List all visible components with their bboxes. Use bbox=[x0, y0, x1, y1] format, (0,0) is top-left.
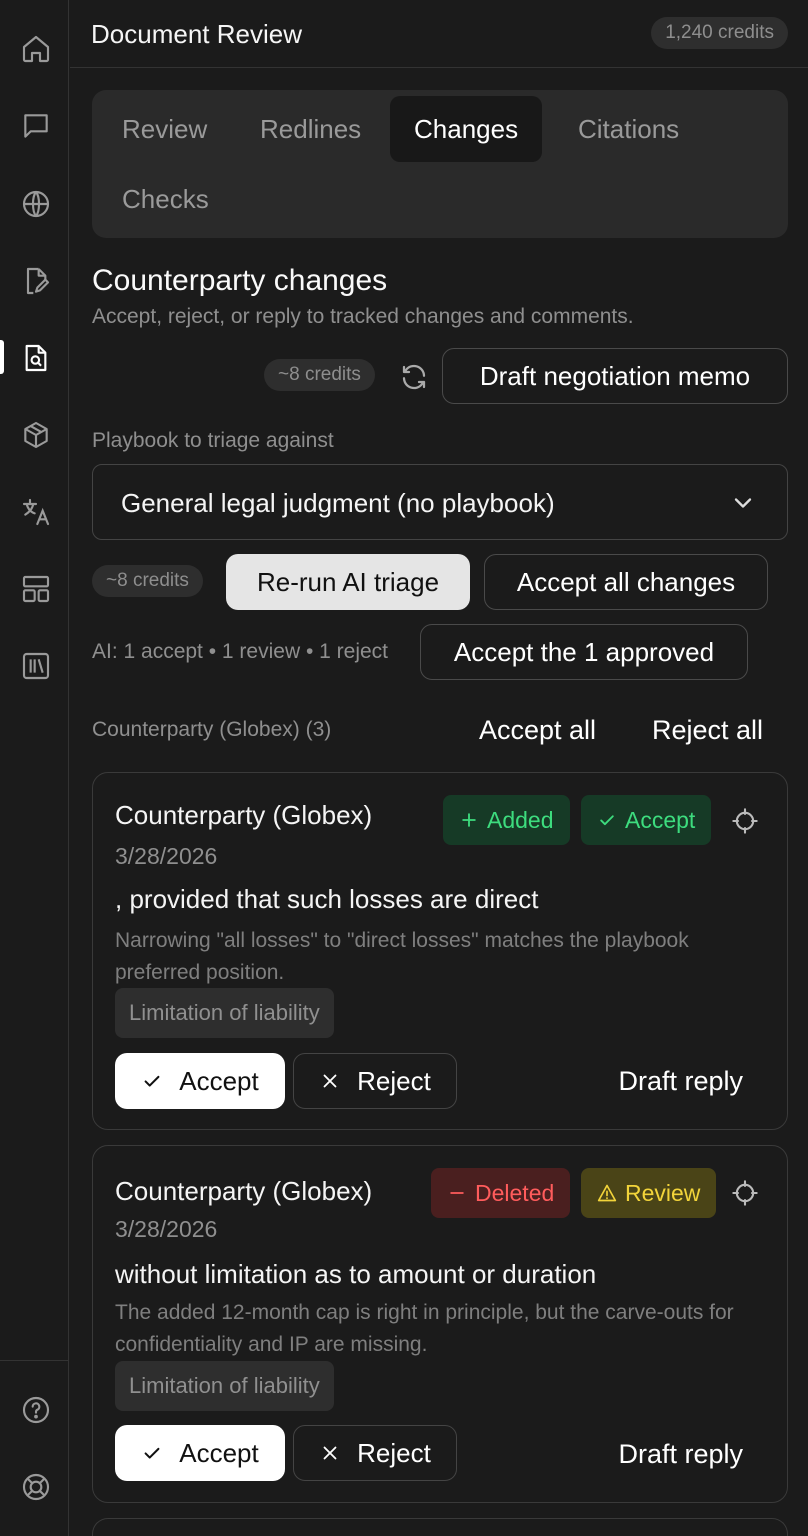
warning-icon bbox=[597, 1184, 617, 1202]
card-date: 3/28/2026 bbox=[115, 1216, 218, 1242]
draft-reply-button[interactable]: Draft reply bbox=[618, 1439, 743, 1470]
clause-tag: Limitation of liability bbox=[115, 1361, 334, 1411]
page-title: Document Review bbox=[91, 19, 302, 49]
accept-button-label: Accept bbox=[179, 1437, 259, 1468]
credits-badge: 1,240 credits bbox=[651, 17, 788, 49]
draft-reply-button[interactable]: Draft reply bbox=[618, 1066, 743, 1097]
minus-icon bbox=[450, 1192, 464, 1194]
reject-all-button[interactable]: Reject all bbox=[652, 715, 763, 746]
lifebuoy-icon[interactable] bbox=[17, 1468, 55, 1506]
locate-icon[interactable] bbox=[731, 1179, 759, 1207]
rerun-triage-button[interactable]: Re-run AI triage bbox=[226, 554, 470, 610]
accept-all-button[interactable]: Accept all bbox=[479, 715, 596, 746]
globe-icon[interactable] bbox=[17, 185, 55, 223]
accept-button-label: Accept bbox=[179, 1065, 259, 1096]
tab-checks[interactable]: Checks bbox=[98, 166, 233, 232]
ai-review-badge: Review bbox=[581, 1168, 717, 1218]
section-subtitle: Accept, reject, or reply to tracked chan… bbox=[92, 305, 634, 328]
library-icon[interactable] bbox=[17, 647, 55, 685]
tab-redlines[interactable]: Redlines bbox=[236, 96, 385, 162]
check-icon bbox=[144, 1447, 160, 1459]
ai-accept-badge: Accept bbox=[581, 795, 712, 845]
change-card: Counterparty (Globex) Added Accept 3/28/… bbox=[92, 772, 788, 1130]
close-icon bbox=[323, 1074, 337, 1088]
reject-button[interactable]: Reject bbox=[293, 1053, 457, 1109]
tab-bar: Review Redlines Changes Citations Checks bbox=[92, 90, 788, 238]
change-card: Counterparty (Globex) Deleted Review 3/2… bbox=[92, 1145, 788, 1503]
section-title: Counterparty changes bbox=[92, 264, 388, 297]
plus-icon bbox=[462, 813, 476, 827]
playbook-value: General legal judgment (no playbook) bbox=[121, 488, 555, 518]
added-badge-label: Added bbox=[487, 806, 554, 833]
translate-icon[interactable] bbox=[17, 493, 55, 531]
deleted-badge: Deleted bbox=[431, 1168, 571, 1218]
added-badge: Added bbox=[443, 795, 570, 845]
rail-divider bbox=[0, 1360, 69, 1361]
home-icon[interactable] bbox=[17, 30, 55, 68]
memo-credits-badge: ~8 credits bbox=[264, 359, 375, 391]
reject-button-label: Reject bbox=[357, 1065, 431, 1096]
close-icon bbox=[323, 1446, 337, 1460]
ai-summary: AI: 1 accept • 1 review • 1 reject bbox=[92, 640, 388, 663]
accept-approved-button[interactable]: Accept the 1 approved bbox=[420, 624, 748, 680]
refresh-icon[interactable] bbox=[399, 362, 429, 392]
playbook-select[interactable]: General legal judgment (no playbook) bbox=[92, 464, 788, 540]
side-rail bbox=[0, 0, 69, 1536]
accept-button[interactable]: Accept bbox=[115, 1425, 285, 1481]
deleted-badge-label: Deleted bbox=[475, 1179, 555, 1206]
tab-review[interactable]: Review bbox=[98, 96, 231, 162]
card-date: 3/28/2026 bbox=[115, 843, 218, 869]
reject-button-label: Reject bbox=[357, 1437, 431, 1468]
card-author: Counterparty (Globex) bbox=[115, 800, 373, 830]
active-indicator bbox=[0, 340, 4, 374]
tab-citations[interactable]: Citations bbox=[554, 96, 703, 162]
change-text: , provided that such losses are direct bbox=[115, 884, 539, 914]
check-icon bbox=[600, 815, 614, 826]
playbook-label: Playbook to triage against bbox=[92, 429, 334, 452]
ai-accept-badge-label: Accept bbox=[625, 806, 696, 833]
locate-icon[interactable] bbox=[731, 807, 759, 835]
chevron-down-icon bbox=[734, 498, 752, 508]
draft-memo-button[interactable]: Draft negotiation memo bbox=[442, 348, 788, 404]
ai-reason: Narrowing "all losses" to "direct losses… bbox=[115, 929, 689, 984]
check-icon bbox=[144, 1075, 160, 1087]
accept-all-changes-button[interactable]: Accept all changes bbox=[484, 554, 768, 610]
file-edit-icon[interactable] bbox=[17, 262, 55, 300]
chat-icon[interactable] bbox=[17, 107, 55, 145]
change-card bbox=[92, 1518, 788, 1536]
layout-icon[interactable] bbox=[17, 570, 55, 608]
triage-credits-badge: ~8 credits bbox=[92, 565, 203, 597]
accept-button[interactable]: Accept bbox=[115, 1053, 285, 1109]
ai-review-badge-label: Review bbox=[625, 1179, 701, 1206]
box-icon[interactable] bbox=[17, 416, 55, 454]
group-label: Counterparty (Globex) (3) bbox=[92, 718, 332, 741]
tab-changes[interactable]: Changes bbox=[390, 96, 543, 162]
reject-button[interactable]: Reject bbox=[293, 1425, 457, 1481]
help-icon[interactable] bbox=[17, 1391, 55, 1429]
file-search-icon[interactable] bbox=[17, 339, 55, 377]
top-header: Document Review 1,240 credits bbox=[70, 0, 808, 68]
ai-reason: The added 12-month cap is right in princ… bbox=[115, 1301, 734, 1356]
change-text: without limitation as to amount or durat… bbox=[115, 1259, 597, 1289]
clause-tag: Limitation of liability bbox=[115, 988, 334, 1038]
card-author: Counterparty (Globex) bbox=[115, 1176, 373, 1206]
